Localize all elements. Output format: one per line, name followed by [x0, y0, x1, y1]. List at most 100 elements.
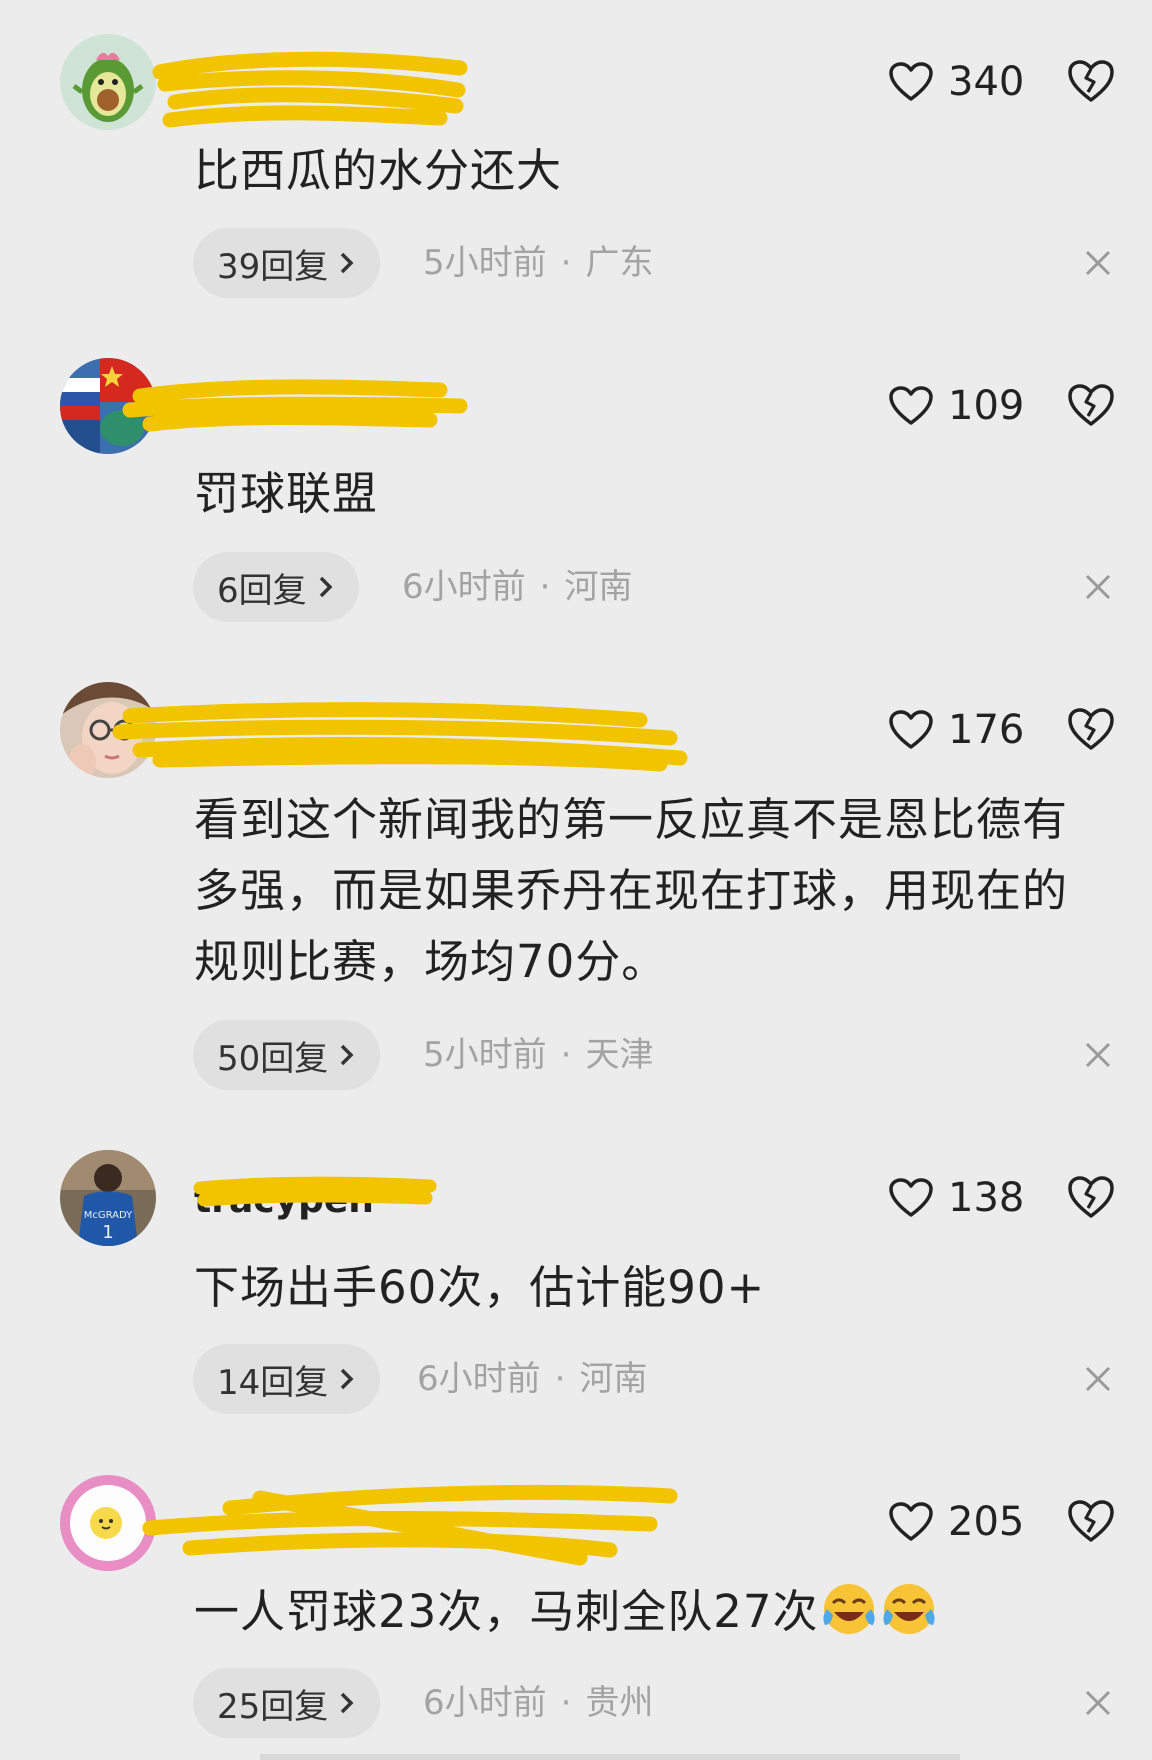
like-count: 109 — [948, 383, 1025, 429]
broken-heart-icon — [1068, 60, 1114, 102]
like-button[interactable]: 138 — [888, 1170, 1024, 1226]
like-button[interactable]: 109 — [888, 378, 1024, 434]
separator: · — [560, 243, 572, 283]
like-button[interactable]: 340 — [888, 54, 1024, 110]
dislike-button[interactable] — [1066, 1174, 1116, 1220]
comment-meta: 6小时前 · 贵州 — [423, 1668, 653, 1738]
comment-time: 6小时前 — [417, 1359, 541, 1399]
like-button[interactable]: 205 — [888, 1494, 1024, 1550]
comment-time: 6小时前 — [423, 1683, 547, 1723]
like-count: 176 — [948, 707, 1025, 753]
dislike-button[interactable] — [1066, 706, 1116, 752]
comment-meta: 5小时前 · 天津 — [423, 1020, 653, 1090]
comment-meta: 6小时前 · 河南 — [417, 1344, 647, 1414]
redaction-scribble — [122, 379, 468, 432]
chevron-right-icon — [341, 1692, 354, 1714]
laughing-crying-emoji-icon — [879, 1579, 939, 1637]
broken-heart-icon — [1068, 384, 1114, 426]
replies-button[interactable]: 14回复 — [193, 1344, 381, 1414]
basketball-player-avatar-icon: McGRADY 1 — [60, 1150, 156, 1246]
dismiss-button[interactable] — [1083, 1688, 1113, 1718]
dismiss-button[interactable] — [1083, 1364, 1113, 1394]
replies-button[interactable]: 6回复 — [193, 552, 359, 622]
like-count: 138 — [948, 1175, 1025, 1221]
dismiss-button[interactable] — [1083, 248, 1113, 278]
comment-text: 下场出手60次，估计能90+ — [194, 1261, 766, 1314]
heart-icon — [889, 710, 933, 749]
dismiss-button[interactable] — [1083, 572, 1113, 602]
heart-icon — [889, 62, 933, 101]
chevron-right-icon — [341, 252, 354, 274]
replies-button[interactable]: 50回复 — [193, 1020, 381, 1090]
redaction-scribble — [112, 702, 688, 772]
comment-time: 5小时前 — [423, 1035, 547, 1075]
comment-time: 6小时前 — [402, 567, 526, 607]
replies-label: 14回复 — [217, 1362, 329, 1403]
redaction-scribble — [152, 51, 468, 128]
dislike-button[interactable] — [1066, 382, 1116, 428]
flags-avatar-icon — [60, 358, 156, 454]
comment-region: 广东 — [585, 243, 654, 283]
broken-heart-icon — [1068, 708, 1114, 750]
comment-text: 比西瓜的水分还大 — [194, 144, 563, 197]
comment-region: 天津 — [585, 1035, 654, 1075]
comment-text-line: 多强，而是如果乔丹在现在打球，用现在的 — [194, 864, 1069, 917]
avatar[interactable] — [60, 34, 156, 130]
separator: · — [554, 1359, 566, 1399]
close-icon — [1085, 1042, 1111, 1068]
separator: · — [560, 1035, 572, 1075]
svg-text:McGRADY: McGRADY — [84, 1210, 133, 1221]
heart-icon — [889, 386, 933, 425]
comment-text: 罚球联盟 — [194, 467, 379, 520]
close-icon — [1085, 250, 1111, 276]
like-button[interactable]: 176 — [888, 702, 1024, 758]
comment-text: 看到这个新闻我的第一反应真不是恩比德有 多强，而是如果乔丹在现在打球，用现在的 … — [194, 784, 1124, 997]
like-count: 340 — [948, 59, 1025, 105]
dislike-button[interactable] — [1066, 58, 1116, 104]
redaction-scribble — [142, 1484, 678, 1566]
comment-meta: 5小时前 · 广东 — [423, 228, 653, 298]
separator: · — [539, 567, 551, 607]
replies-label: 50回复 — [217, 1038, 329, 1079]
avatar[interactable] — [60, 682, 156, 778]
dislike-button[interactable] — [1066, 1498, 1116, 1544]
comment-region: 河南 — [564, 567, 633, 607]
separator: · — [560, 1683, 572, 1723]
next-item-edge — [260, 1754, 960, 1760]
heart-icon — [889, 1178, 933, 1217]
replies-label: 6回复 — [217, 570, 307, 611]
heart-icon — [889, 1502, 933, 1541]
comment-feed: 340 比西瓜的水分还大 39回复 5小时前 · 广东 109 罚球联盟 6回复… — [0, 0, 1152, 1760]
replies-button[interactable]: 25回复 — [193, 1668, 381, 1738]
dismiss-button[interactable] — [1083, 1040, 1113, 1070]
chevron-right-icon — [341, 1368, 354, 1390]
username[interactable]: tracypen — [194, 1178, 374, 1224]
comment-meta: 6小时前 · 河南 — [402, 552, 632, 622]
like-count: 205 — [948, 1499, 1025, 1545]
comment-text-line: 规则比赛，场均70分。 — [194, 935, 668, 988]
avatar[interactable]: McGRADY 1 — [60, 1150, 156, 1246]
comment-region: 贵州 — [585, 1683, 654, 1723]
egg-avatar-icon — [60, 1475, 156, 1571]
avatar[interactable] — [60, 358, 156, 454]
comment-region: 河南 — [579, 1359, 648, 1399]
comment-text-line: 看到这个新闻我的第一反应真不是恩比德有 — [194, 793, 1069, 846]
avatar[interactable] — [60, 1475, 156, 1571]
comment-text: 一人罚球23次，马刺全队27次 — [194, 1576, 1124, 1647]
replies-label: 25回复 — [217, 1686, 329, 1727]
chevron-right-icon — [319, 576, 333, 598]
close-icon — [1085, 1366, 1111, 1392]
comment-time: 5小时前 — [423, 243, 547, 283]
svg-text:1: 1 — [102, 1222, 113, 1243]
laughing-crying-emoji-icon — [819, 1579, 879, 1637]
broken-heart-icon — [1068, 1500, 1114, 1542]
chevron-right-icon — [341, 1044, 354, 1066]
avocado-avatar-icon — [60, 34, 156, 130]
close-icon — [1085, 1690, 1111, 1716]
replies-button[interactable]: 39回复 — [193, 228, 381, 298]
girl-avatar-icon — [60, 682, 156, 778]
broken-heart-icon — [1068, 1176, 1114, 1218]
replies-label: 39回复 — [217, 246, 329, 287]
close-icon — [1085, 574, 1111, 600]
comment-text-content: 一人罚球23次，马刺全队27次 — [194, 1585, 819, 1638]
